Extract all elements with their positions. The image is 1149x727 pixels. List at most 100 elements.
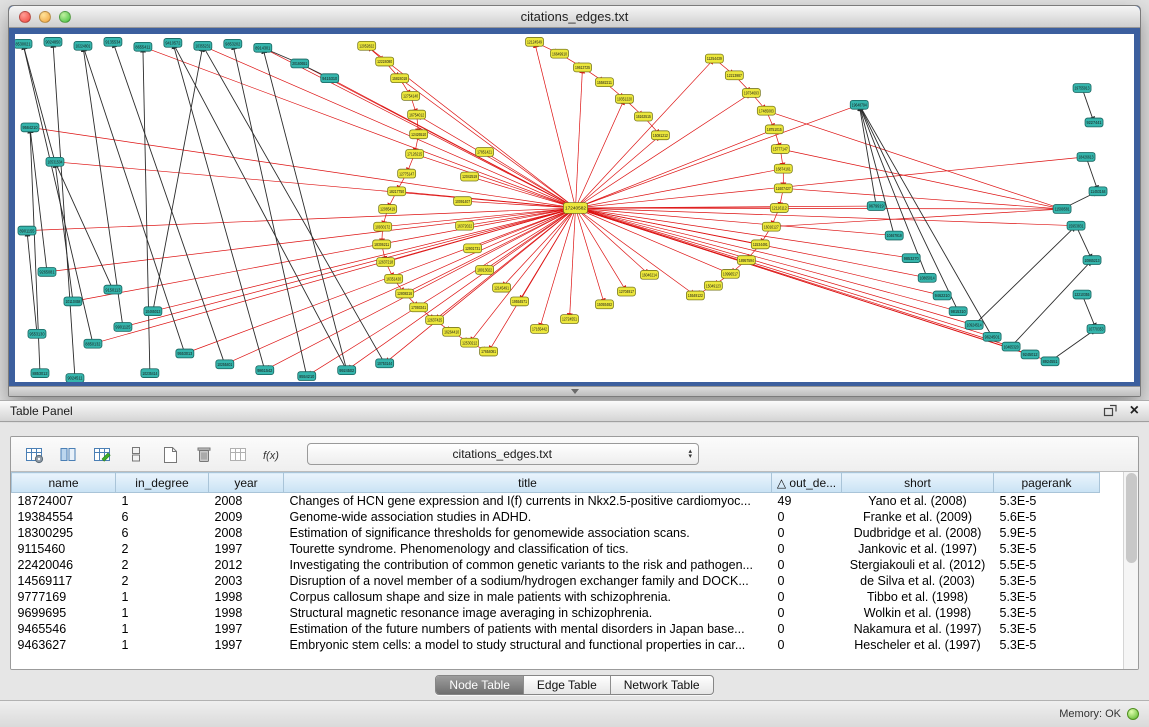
graph-node[interactable]: 9853202 — [224, 39, 242, 48]
graph-node[interactable]: 15582211 — [595, 78, 613, 87]
graph-node[interactable]: 10770353 — [1087, 324, 1105, 333]
graph-node[interactable]: 8554210 — [298, 372, 316, 381]
graph-node[interactable]: 11453164 — [1089, 187, 1107, 196]
graph-node[interactable]: 17165442 — [531, 324, 549, 333]
table-row[interactable]: 946554611997Estimation of the future num… — [12, 621, 1100, 637]
graph-node[interactable]: 15549122 — [686, 291, 704, 300]
graph-node[interactable]: 10110458 — [64, 297, 82, 306]
graph-node[interactable]: 12224080 — [376, 57, 394, 66]
graph-node[interactable]: 20160651 — [291, 59, 309, 68]
graph-node[interactable]: 9135534 — [104, 37, 122, 46]
graph-node[interactable]: 10465320 — [1002, 342, 1020, 351]
graph-node[interactable]: 10924514 — [965, 321, 983, 330]
graph-node[interactable]: 12124549 — [526, 37, 544, 46]
table-row[interactable]: 911546021997Tourette syndrome. Phenomeno… — [12, 541, 1100, 557]
table-settings-icon[interactable] — [21, 442, 47, 466]
tab-edge-table[interactable]: Edge Table — [524, 676, 611, 694]
graph-node[interactable]: 12901731 — [464, 244, 482, 253]
graph-node[interactable]: 16649910 — [551, 49, 569, 58]
graph-node[interactable]: 10753144 — [376, 359, 394, 368]
graph-node[interactable]: 12704917 — [617, 287, 635, 296]
window-titlebar[interactable]: citations_edges.txt — [9, 6, 1140, 28]
graph-node[interactable]: 18957594 — [737, 256, 755, 265]
graph-node[interactable]: 17654081 — [480, 347, 498, 356]
graph-node[interactable]: 12530212 — [461, 338, 479, 347]
rows-icon[interactable] — [123, 442, 149, 466]
zoom-window-button[interactable] — [59, 11, 71, 23]
graph-node[interactable]: 8901155 — [18, 226, 36, 235]
close-window-button[interactable] — [19, 11, 31, 23]
graph-node[interactable]: 18306211 — [373, 240, 391, 249]
graph-node[interactable]: 12637218 — [377, 258, 395, 267]
graph-node[interactable]: 16264410 — [443, 327, 461, 336]
graph-node[interactable]: 12213987 — [725, 71, 743, 80]
graph-node[interactable]: 10531504 — [46, 157, 64, 166]
graph-node[interactable]: 12052822 — [358, 41, 376, 50]
graph-node[interactable]: 10355231 — [194, 41, 212, 50]
graph-node[interactable]: 12426510 — [410, 130, 428, 139]
graph-node[interactable]: 9553013 — [176, 349, 194, 358]
graph-node[interactable]: 10465013 — [144, 307, 162, 316]
table-row[interactable]: 1830029562008Estimation of significance … — [12, 525, 1100, 541]
tab-node-table[interactable]: Node Table — [436, 676, 524, 694]
graph-node[interactable]: 8914301 — [254, 43, 272, 52]
graph-node[interactable]: 12145491 — [493, 283, 511, 292]
graph-node[interactable]: 18751015 — [765, 125, 783, 134]
graph-node[interactable]: 9564210 — [21, 123, 39, 132]
column-header[interactable]: title — [284, 473, 772, 493]
column-header[interactable]: name — [12, 473, 116, 493]
graph-node[interactable]: 9265081 — [38, 267, 56, 276]
graph-node[interactable]: 15093482 — [595, 300, 613, 309]
graph-node[interactable]: 8924551 — [1041, 357, 1059, 366]
graph-node[interactable]: 16351420 — [385, 274, 403, 283]
graph-node[interactable]: 12637425 — [426, 316, 444, 325]
graph-node[interactable]: 9861542 — [256, 366, 274, 375]
graph-node[interactable]: 17126215 — [406, 150, 424, 159]
column-header[interactable]: in_degree — [116, 473, 209, 493]
splitter-handle-icon[interactable] — [571, 389, 579, 394]
graph-node[interactable]: 10865213 — [1083, 256, 1101, 265]
graph-node[interactable]: 9624501 — [983, 332, 1001, 341]
graph-node[interactable]: 9679919 — [867, 202, 885, 211]
graph-node[interactable]: 8850132 — [84, 339, 102, 348]
graph-node[interactable]: 9150113 — [104, 285, 122, 294]
graph-node[interactable]: 17485083 — [757, 106, 775, 115]
graph-node[interactable]: 11607427 — [774, 184, 792, 193]
column-header[interactable]: short — [842, 473, 994, 493]
graph-node[interactable]: 15777147 — [771, 145, 789, 154]
table-scrollbar[interactable] — [1123, 472, 1138, 669]
graph-node[interactable]: 17851421 — [476, 148, 494, 157]
graph-node[interactable]: 8530021 — [15, 39, 32, 48]
graph-node[interactable]: 10865014 — [918, 273, 936, 282]
graph-node[interactable]: 15824018 — [391, 74, 409, 83]
graph-node[interactable]: 9553130 — [28, 329, 46, 338]
graph-node[interactable]: 18426613 — [1077, 152, 1095, 161]
graph-node[interactable]: 9245012 — [1021, 350, 1039, 359]
edit-table-icon[interactable] — [89, 442, 115, 466]
graph-node[interactable]: 16754012 — [408, 110, 426, 119]
graph-node[interactable]: 9415310 — [321, 74, 339, 83]
graph-node[interactable]: 17240582 — [564, 203, 588, 214]
new-file-icon[interactable] — [157, 442, 183, 466]
graph-node[interactable]: 12042519 — [461, 172, 479, 181]
graph-node[interactable]: 9924502 — [338, 366, 356, 375]
graph-node[interactable]: 19351220 — [615, 94, 633, 103]
graph-node[interactable]: 19755913 — [1073, 84, 1091, 93]
function-icon[interactable]: f(x) — [259, 442, 285, 466]
column-header[interactable]: △ out_de... — [772, 473, 842, 493]
graph-node[interactable]: 8853012 — [31, 369, 49, 378]
graph-node[interactable]: 11254439 — [705, 54, 723, 63]
graph-node[interactable]: 19734693 — [742, 89, 760, 98]
column-mapping-icon[interactable] — [55, 442, 81, 466]
column-header[interactable]: pagerank — [994, 473, 1100, 493]
graph-node[interactable]: 19613725 — [574, 63, 592, 72]
window-bottom-bar[interactable] — [9, 386, 1140, 396]
delete-icon[interactable] — [191, 442, 217, 466]
graph-node[interactable]: 15953831 — [1067, 221, 1085, 230]
graph-node[interactable]: 12724551 — [561, 315, 579, 324]
graph-node[interactable]: 16046214 — [640, 270, 658, 279]
graph-node[interactable]: 11534491 — [751, 240, 769, 249]
graph-node[interactable]: 16874161 — [774, 164, 792, 173]
graph-node[interactable]: 9227441 — [1085, 118, 1103, 127]
graph-node[interactable]: 9815310 — [949, 307, 967, 316]
